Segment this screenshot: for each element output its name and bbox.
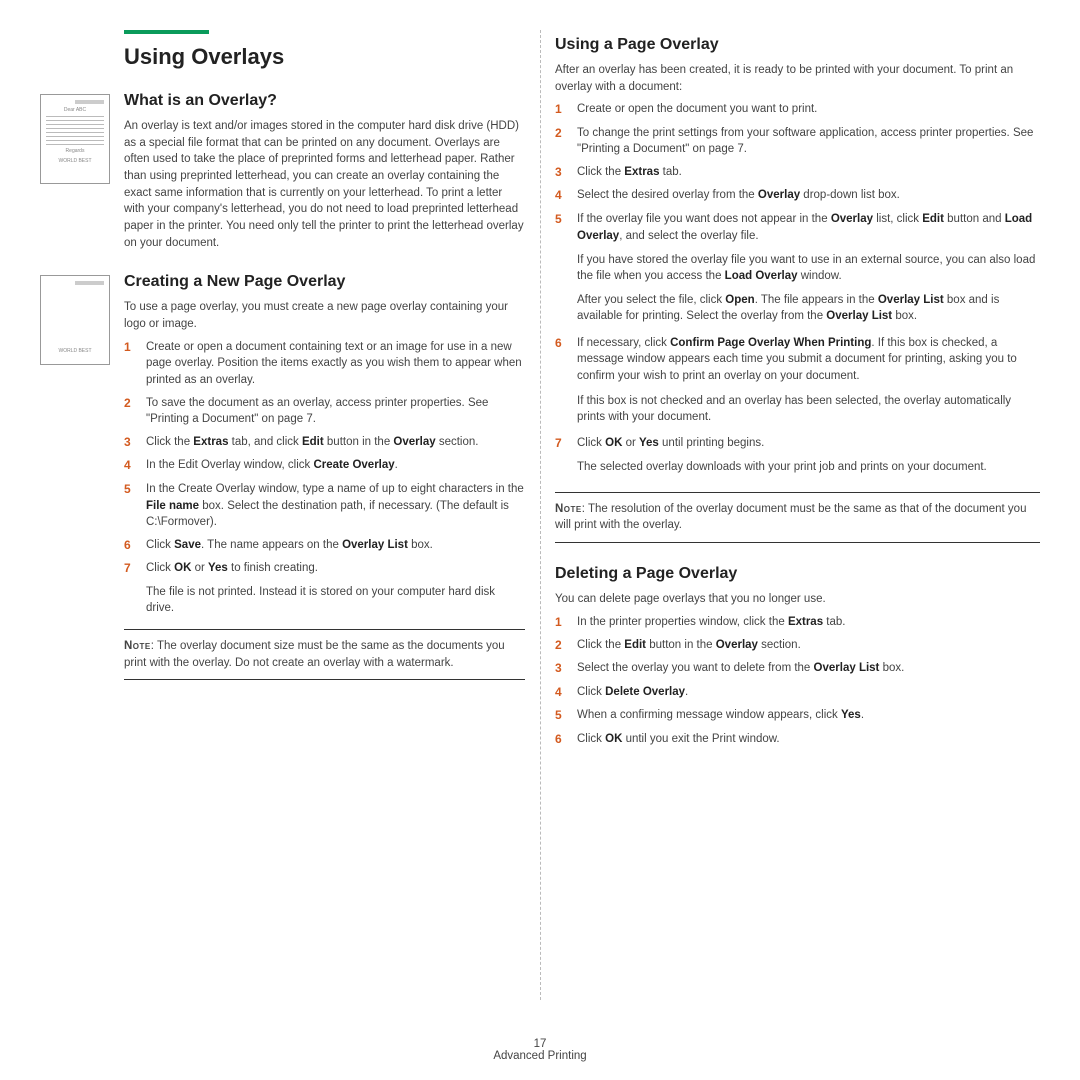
section-heading-using: Using a Page Overlay [555, 36, 1040, 54]
page-title: Using Overlays [124, 44, 525, 70]
section-heading-creating: Creating a New Page Overlay [124, 273, 525, 291]
accent-bar [124, 30, 209, 34]
using-intro: After an overlay has been created, it is… [555, 62, 1040, 95]
note-using: Note: The resolution of the overlay docu… [555, 492, 1040, 543]
creating-steps: 1Create or open a document containing te… [124, 339, 525, 578]
deleting-steps: 1In the printer properties window, click… [555, 614, 1040, 748]
overlay-template-icon: WORLD BEST [40, 275, 110, 365]
section-heading-deleting: Deleting a Page Overlay [555, 565, 1040, 583]
section-heading-what-is: What is an Overlay? [124, 92, 525, 110]
overlay-description: An overlay is text and/or images stored … [124, 118, 525, 251]
letterhead-icon: Dear ABC Regards WORLD BEST [40, 94, 110, 184]
creating-intro: To use a page overlay, you must create a… [124, 299, 525, 332]
page-footer: 17 Advanced Printing [0, 1038, 1080, 1062]
deleting-intro: You can delete page overlays that you no… [555, 591, 1040, 608]
creating-after: The file is not printed. Instead it is s… [146, 584, 525, 617]
page-number: 17 [0, 1038, 1080, 1050]
footer-section-name: Advanced Printing [0, 1050, 1080, 1062]
note-creating: Note: The overlay document size must be … [124, 629, 525, 680]
using-steps: 1Create or open the document you want to… [555, 101, 1040, 479]
column-divider [540, 30, 541, 1000]
